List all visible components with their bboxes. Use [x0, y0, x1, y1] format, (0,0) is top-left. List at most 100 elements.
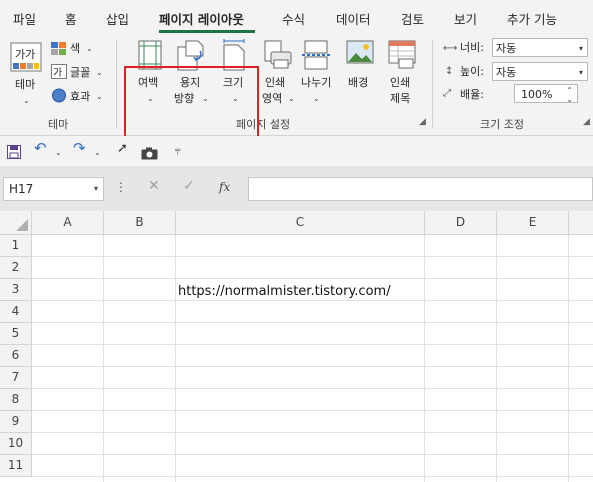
gridline: [32, 322, 593, 323]
chevron-down-icon[interactable]: ⌄: [55, 146, 62, 159]
scale-dialog-launcher-icon[interactable]: ◢: [583, 116, 590, 129]
column-header-b[interactable]: B: [104, 211, 176, 235]
customize-qat-icon[interactable]: ╤: [175, 145, 180, 158]
chevron-down-icon[interactable]: ⌄: [94, 146, 101, 159]
chevron-down-icon: ⌄: [202, 94, 209, 103]
undo-icon[interactable]: ↶: [34, 141, 47, 156]
gridline: [175, 235, 176, 482]
row-header[interactable]: 5: [0, 323, 32, 345]
chevron-down-icon: ⌄: [147, 94, 154, 103]
chevron-down-icon: ⌄: [232, 94, 239, 103]
column-header-a[interactable]: A: [32, 211, 104, 235]
row-header[interactable]: 3: [0, 279, 32, 301]
print-area-button[interactable]: [263, 40, 293, 70]
tab-view[interactable]: 보기: [454, 9, 477, 28]
print-titles-button[interactable]: [388, 40, 416, 70]
row-header[interactable]: 6: [0, 345, 32, 367]
height-icon: ↕: [445, 66, 454, 77]
spreadsheet-grid[interactable]: A B C D E 1 2 3 4 5 6 7 8 9 10 11 https:…: [0, 211, 593, 482]
insert-function-icon[interactable]: fx: [219, 181, 230, 194]
tab-home[interactable]: 홈: [65, 9, 77, 28]
column-header-e[interactable]: E: [497, 211, 569, 235]
tab-data[interactable]: 데이터: [336, 9, 371, 28]
row-header[interactable]: 8: [0, 389, 32, 411]
themes-label: 테마: [15, 78, 36, 91]
width-value: 자동: [496, 42, 517, 55]
chevron-down-icon[interactable]: ▾: [94, 178, 98, 200]
size-icon: [223, 39, 245, 71]
column-header-d[interactable]: D: [425, 211, 497, 235]
orientation-label-line2: 방향: [174, 92, 195, 105]
chevron-down-icon: ▾: [578, 68, 583, 77]
breaks-button[interactable]: [302, 40, 330, 70]
row-header[interactable]: 2: [0, 257, 32, 279]
column-header-c[interactable]: C: [176, 211, 425, 235]
gridline: [568, 235, 569, 482]
scale-label: 배율:: [460, 88, 484, 101]
height-value: 자동: [496, 66, 517, 79]
themes-icon: 가가: [10, 42, 42, 72]
effects-button[interactable]: 효과: [70, 90, 90, 103]
gridline: [32, 388, 593, 389]
select-all-corner[interactable]: [0, 211, 32, 235]
formula-input[interactable]: [248, 177, 593, 201]
row-header[interactable]: 7: [0, 367, 32, 389]
row-header[interactable]: 1: [0, 235, 32, 257]
chevron-down-icon: ⌄: [313, 94, 320, 103]
save-icon[interactable]: [7, 144, 21, 163]
row-header[interactable]: 10: [0, 433, 32, 455]
print-area-icon: [264, 40, 292, 69]
tab-formulas[interactable]: 수식: [282, 9, 305, 28]
svg-text:가: 가: [53, 67, 62, 79]
gridline: [32, 410, 593, 411]
colors-icon: [51, 41, 67, 55]
margins-button[interactable]: [137, 40, 163, 70]
tab-add-ins[interactable]: 추가 기능: [507, 9, 557, 28]
gridline: [496, 235, 497, 482]
row-header[interactable]: 4: [0, 301, 32, 323]
row-header[interactable]: 9: [0, 411, 32, 433]
spinner-arrows-icon[interactable]: ⌃ ⌄: [566, 86, 573, 104]
gridline: [32, 278, 593, 279]
redo-icon[interactable]: ↷: [73, 141, 86, 156]
print-titles-label-line1: 인쇄: [390, 76, 411, 89]
confirm-icon[interactable]: ✓: [183, 179, 195, 193]
gridline: [32, 344, 593, 345]
chevron-down-icon: ⌄: [288, 94, 295, 103]
orientation-icon: [177, 40, 204, 71]
background-button[interactable]: [346, 40, 374, 70]
size-label: 크기: [223, 76, 244, 89]
pointer-icon[interactable]: ➚: [117, 142, 128, 155]
formula-bar: H17 ▾ ⋮ ✕ ✓ fx: [0, 166, 593, 211]
gridline: [32, 476, 593, 477]
height-dropdown[interactable]: 자동 ▾: [492, 62, 588, 81]
size-button[interactable]: [220, 39, 248, 71]
background-icon: [346, 40, 374, 64]
themes-button[interactable]: 가가: [10, 42, 42, 72]
scale-spinner[interactable]: 100% ⌃ ⌄: [514, 84, 578, 104]
colors-button[interactable]: 색: [70, 42, 80, 55]
print-area-label-line2: 영역: [262, 92, 283, 105]
tab-insert[interactable]: 삽입: [106, 9, 129, 28]
chevron-down-icon: ⌄: [23, 96, 30, 105]
page-setup-dialog-launcher-icon[interactable]: ◢: [419, 116, 426, 129]
print-titles-label-line2: 제목: [390, 92, 411, 105]
fonts-icon: 가: [51, 64, 67, 79]
camera-icon[interactable]: [141, 145, 158, 164]
column-header-partial[interactable]: [569, 211, 593, 235]
chevron-down-icon: ⌄: [96, 68, 103, 77]
width-label: 너비:: [460, 41, 484, 54]
cancel-icon[interactable]: ✕: [148, 179, 160, 193]
tab-page-layout[interactable]: 페이지 레이아웃: [159, 9, 244, 28]
orientation-button[interactable]: [176, 39, 208, 71]
cell-c3[interactable]: https://normalmister.tistory.com/: [178, 284, 391, 299]
row-header[interactable]: 11: [0, 455, 32, 477]
width-dropdown[interactable]: 자동 ▾: [492, 38, 588, 57]
more-options-icon[interactable]: ⋮: [115, 181, 127, 194]
group-label-page-setup: 페이지 설정: [236, 118, 291, 131]
name-box[interactable]: H17 ▾: [3, 177, 104, 201]
tab-file[interactable]: 파일: [13, 9, 36, 28]
fonts-button[interactable]: 글꼴: [70, 66, 90, 79]
tab-review[interactable]: 검토: [401, 9, 424, 28]
group-separator: [116, 40, 117, 128]
